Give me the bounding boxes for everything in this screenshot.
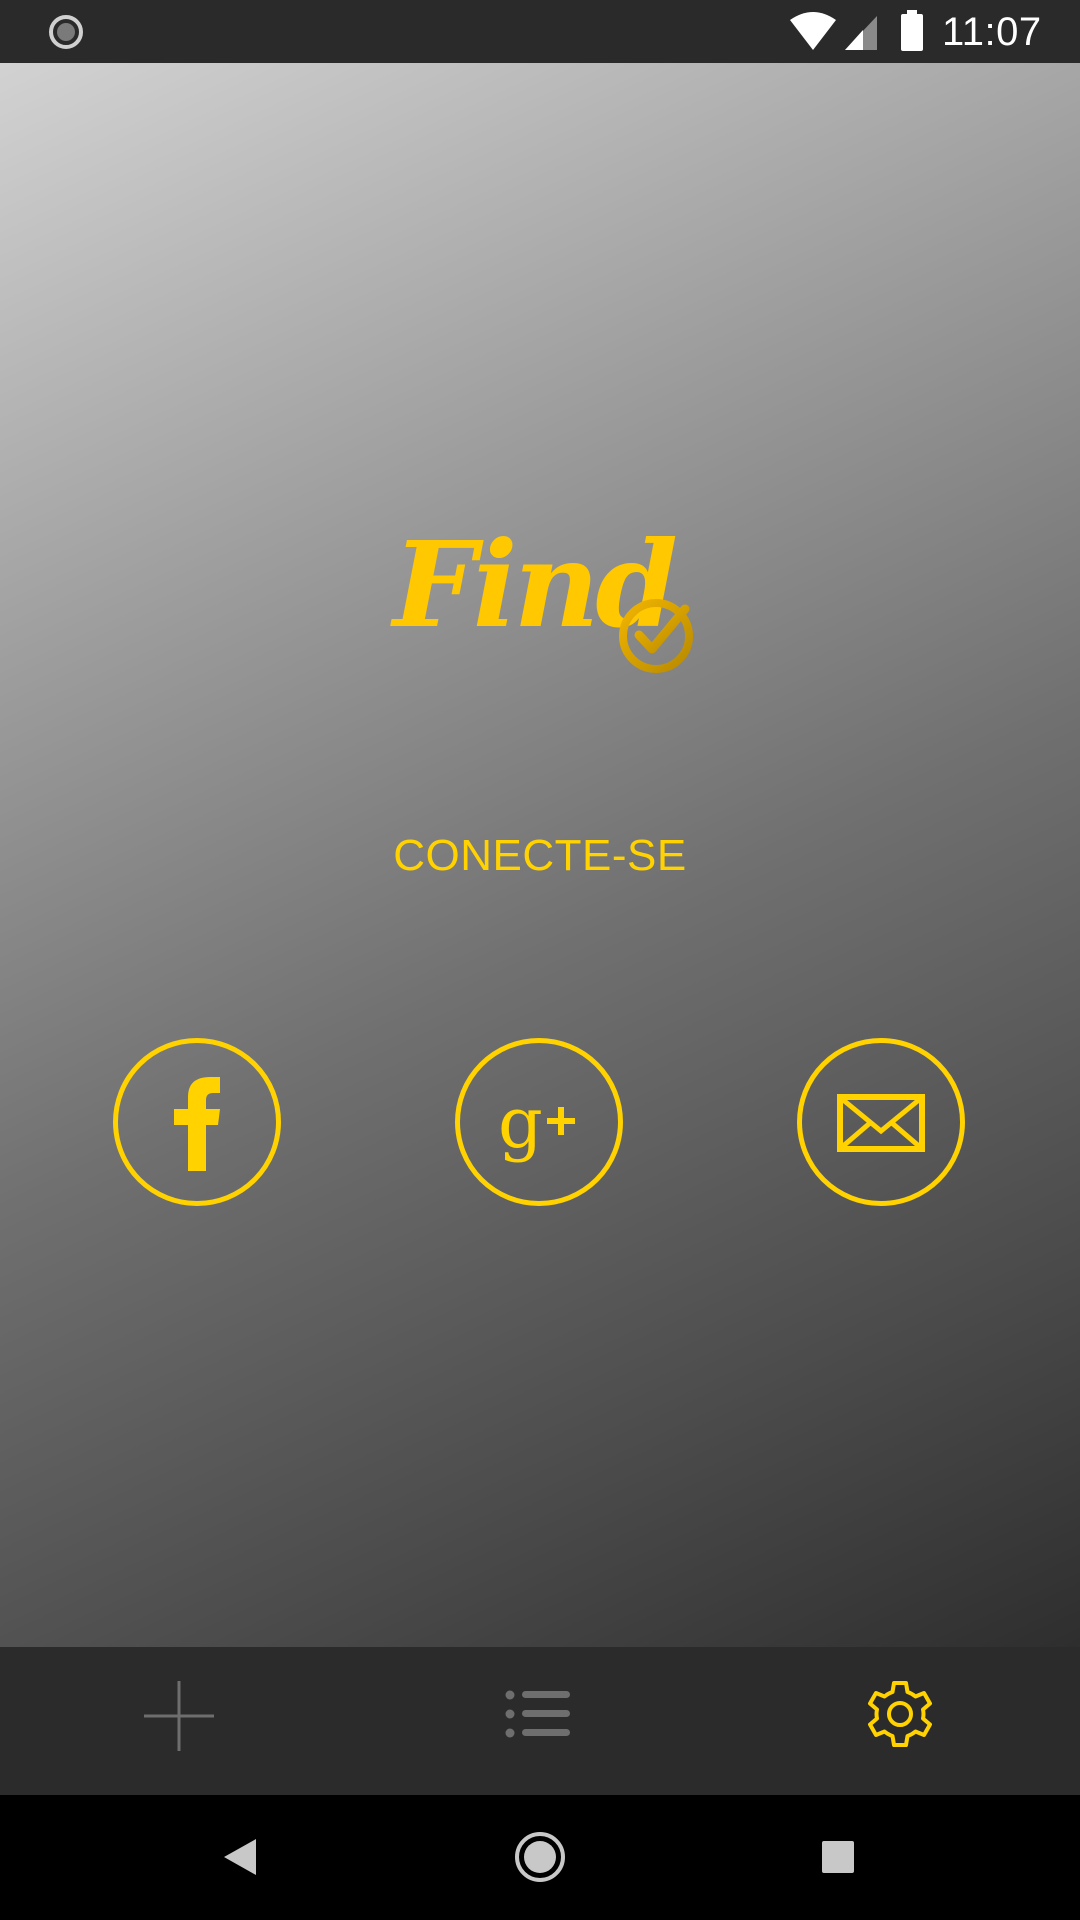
back-icon — [224, 1839, 256, 1875]
status-time: 11:07 — [942, 10, 1042, 54]
nav-add-button[interactable] — [134, 1671, 224, 1761]
battery-icon — [901, 10, 923, 51]
home-button[interactable] — [508, 1825, 572, 1889]
connect-label: CONECTE-SE — [393, 831, 687, 880]
svg-text:g: g — [498, 1082, 543, 1164]
plus-icon — [144, 1681, 214, 1751]
email-icon — [837, 1094, 925, 1152]
home-icon — [515, 1832, 565, 1882]
email-login-button[interactable] — [797, 1038, 965, 1206]
back-button[interactable] — [210, 1825, 274, 1889]
recents-icon — [822, 1841, 854, 1873]
bottom-nav — [0, 1647, 1080, 1795]
list-icon — [505, 1690, 570, 1738]
facebook-icon — [174, 1077, 220, 1171]
nav-settings-button[interactable] — [855, 1671, 945, 1761]
nav-list-button[interactable] — [494, 1671, 584, 1761]
system-nav-bar — [0, 1795, 1080, 1920]
main-content: Find CONECTE-SE g — [0, 63, 1080, 1647]
cell-signal-icon — [845, 16, 877, 50]
recents-button[interactable] — [806, 1825, 870, 1889]
gear-icon — [868, 1681, 932, 1747]
sync-icon — [49, 15, 83, 49]
status-bar: 11:07 — [0, 0, 1080, 63]
facebook-login-button[interactable] — [113, 1038, 281, 1206]
app-logo: Find — [385, 515, 705, 695]
wifi-icon — [790, 12, 836, 50]
check-circle-icon — [619, 599, 693, 673]
google-plus-icon: g — [498, 1082, 575, 1164]
google-plus-login-button[interactable]: g — [455, 1038, 623, 1206]
